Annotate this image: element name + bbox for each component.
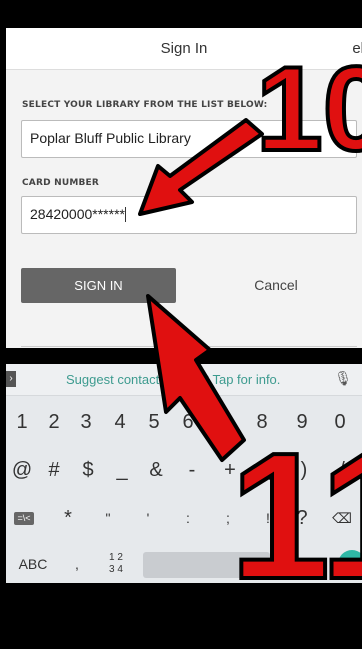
key-slash[interactable]: /: [322, 450, 362, 490]
key-colon[interactable]: :: [170, 498, 206, 538]
key-quote[interactable]: ": [90, 498, 126, 538]
suggestion-bar[interactable]: › Suggest contact names? Tap for info. 🎙: [6, 364, 362, 396]
microphone-icon[interactable]: 🎙: [334, 370, 352, 387]
backspace-icon[interactable]: ⌫: [324, 498, 360, 538]
page-title: Sign In: [160, 40, 208, 57]
key-close-paren[interactable]: ): [286, 450, 322, 490]
key-3[interactable]: 3: [70, 402, 102, 442]
key-0[interactable]: 0: [322, 402, 358, 442]
key-7[interactable]: 7: [206, 402, 242, 442]
suggestion-text[interactable]: Suggest contact names? Tap for info.: [66, 372, 280, 387]
signin-form: SELECT YOUR LIBRARY FROM THE LIST BELOW:…: [6, 70, 362, 348]
keyboard-row-numbers: 1 2 3 4 5 6 7 8 9 0: [6, 402, 362, 442]
app-bar: Sign In el: [6, 28, 362, 70]
key-8[interactable]: 8: [242, 402, 282, 442]
card-number-value: 28420000******: [30, 206, 125, 222]
key-hash[interactable]: #: [38, 450, 70, 490]
navigation-bar: [0, 583, 362, 649]
key-exclamation[interactable]: !: [250, 498, 286, 538]
key-apostrophe[interactable]: ': [130, 498, 166, 538]
text-caret: [124, 207, 126, 222]
key-at[interactable]: @: [6, 450, 38, 490]
key-5[interactable]: 5: [138, 402, 170, 442]
key-1[interactable]: 1: [6, 402, 38, 442]
key-comma[interactable]: ,: [62, 544, 92, 584]
numpad-top: 1 2: [109, 552, 123, 563]
key-question[interactable]: ?: [284, 498, 320, 538]
library-field[interactable]: Poplar Bluff Public Library: [21, 120, 357, 158]
arrow-right-icon[interactable]: →: [338, 550, 362, 578]
key-plus[interactable]: +: [210, 450, 250, 490]
key-dollar[interactable]: $: [70, 450, 106, 490]
more-symbols-label: =\<: [14, 512, 34, 526]
numpad-bottom: 3 4: [109, 564, 123, 575]
sign-in-button[interactable]: SIGN IN: [21, 268, 176, 303]
library-label: SELECT YOUR LIBRARY FROM THE LIST BELOW:: [22, 100, 268, 110]
divider: [21, 346, 357, 347]
key-semicolon[interactable]: ;: [210, 498, 246, 538]
key-4[interactable]: 4: [102, 402, 138, 442]
key-abc[interactable]: ABC: [8, 544, 58, 584]
key-2[interactable]: 2: [38, 402, 70, 442]
status-bar: [0, 0, 362, 28]
card-number-label: CARD NUMBER: [22, 178, 100, 188]
space-bar[interactable]: [143, 552, 270, 578]
keyboard-row-bottom: ABC , 1 2 3 4 .: [6, 544, 362, 584]
key-9[interactable]: 9: [282, 402, 322, 442]
library-value: Poplar Bluff Public Library: [30, 130, 191, 146]
keyboard-row-symbols: @ # $ _ & - + ( ) /: [6, 450, 362, 490]
screen: Sign In el SELECT YOUR LIBRARY FROM THE …: [0, 0, 362, 649]
key-underscore[interactable]: _: [106, 450, 138, 490]
card-number-field[interactable]: 28420000******: [21, 196, 357, 234]
key-minus[interactable]: -: [174, 450, 210, 490]
keyboard-row-more-symbols: =\< * " ' : ; ! ? ⌫: [6, 498, 362, 538]
key-open-paren[interactable]: (: [250, 450, 286, 490]
key-6[interactable]: 6: [170, 402, 206, 442]
cancel-button[interactable]: Cancel: [236, 268, 316, 303]
appbar-cancel-button[interactable]: el: [352, 40, 362, 57]
key-period[interactable]: .: [286, 544, 316, 584]
key-more-symbols[interactable]: =\<: [6, 498, 42, 538]
key-ampersand[interactable]: &: [138, 450, 174, 490]
chevron-right-icon[interactable]: ›: [6, 371, 16, 387]
key-numpad[interactable]: 1 2 3 4: [98, 544, 134, 584]
keyboard: › Suggest contact names? Tap for info. 🎙…: [6, 364, 362, 583]
key-asterisk[interactable]: *: [50, 498, 86, 538]
